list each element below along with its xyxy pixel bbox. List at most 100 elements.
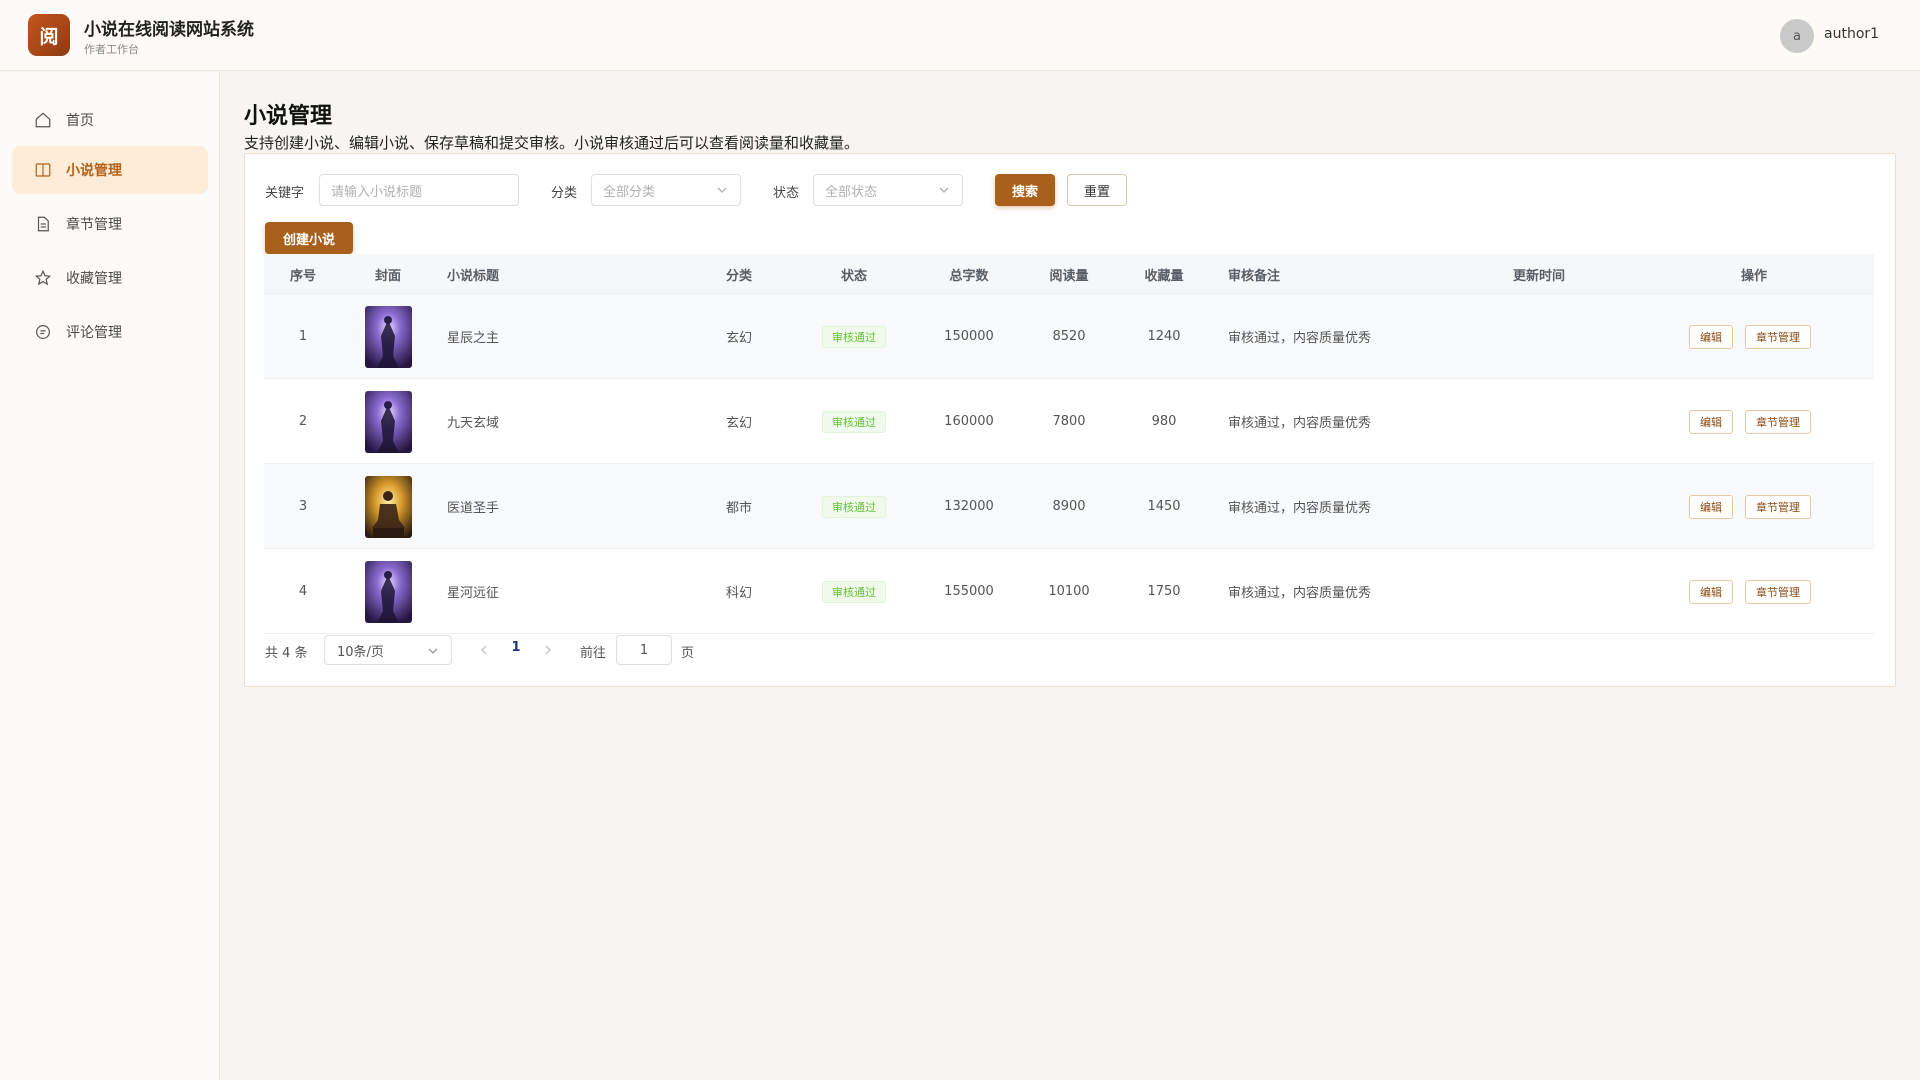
novel-cover-image[interactable] (364, 560, 412, 623)
category-select-value: 全部分类 (603, 184, 656, 200)
cell-review-note: 审核通过，内容质量优秀 (1228, 586, 1372, 601)
cell-status: 审核通过 (794, 379, 914, 464)
chapter-manage-button[interactable]: 章节管理 (1745, 494, 1811, 519)
cell-words: 160000 (944, 414, 994, 429)
chapter-manage-button[interactable]: 章节管理 (1745, 579, 1811, 604)
book-icon (34, 161, 52, 179)
novel-cover-image[interactable] (364, 305, 412, 368)
chapter-manage-button[interactable]: 章节管理 (1745, 409, 1811, 434)
cell-review-note: 审核通过，内容质量优秀 (1228, 416, 1372, 431)
avatar[interactable]: a (1780, 19, 1814, 53)
cell-index: 1 (298, 329, 308, 344)
status-label: 状态 (773, 186, 800, 201)
app-logo: 阅 (28, 14, 70, 56)
star-icon (34, 269, 52, 287)
th-status: 状态 (840, 268, 867, 284)
create-novel-button[interactable]: 创建小说 (265, 222, 353, 254)
prev-page-icon[interactable] (477, 643, 491, 657)
cell-review-note: 审核通过，内容质量优秀 (1228, 331, 1372, 346)
cell-cover (342, 464, 434, 549)
status-badge: 审核通过 (822, 495, 886, 518)
th-cover: 封面 (374, 268, 401, 284)
cell-reads: 8900 (1052, 499, 1086, 514)
search-button[interactable]: 搜索 (995, 174, 1055, 206)
cell-category: 科幻 (725, 586, 752, 601)
username[interactable]: author1 (1824, 26, 1879, 42)
cell-review-note: 审核通过，内容质量优秀 (1228, 501, 1372, 516)
cell-title[interactable]: 星辰之主 (447, 294, 499, 379)
cell-status: 审核通过 (794, 549, 914, 634)
chapter-manage-button[interactable]: 章节管理 (1745, 324, 1811, 349)
status-badge: 审核通过 (822, 325, 886, 348)
sidebar-item-chapters[interactable]: 章节管理 (12, 200, 208, 248)
sidebar-item-home[interactable]: 首页 (12, 96, 208, 144)
cell-category: 都市 (725, 501, 752, 516)
cell-index: 2 (298, 414, 308, 429)
cell-reads: 10100 (1048, 584, 1090, 599)
cell-title[interactable]: 星河远征 (447, 549, 499, 634)
novel-cover-image[interactable] (364, 390, 412, 453)
page-number-current[interactable]: 1 (505, 640, 527, 660)
status-badge: 审核通过 (822, 580, 886, 603)
novel-table: 序号 封面 小说标题 分类 状态 总字数 阅读量 收藏量 审核备注 更新时间 操… (264, 254, 1874, 634)
edit-button[interactable]: 编辑 (1689, 324, 1733, 349)
table-header: 序号 封面 小说标题 分类 状态 总字数 阅读量 收藏量 审核备注 更新时间 操… (264, 254, 1874, 294)
cell-cover (342, 379, 434, 464)
app-title: 小说在线阅读网站系统 (84, 20, 254, 40)
cell-favorites: 1750 (1147, 584, 1181, 599)
edit-button[interactable]: 编辑 (1689, 409, 1733, 434)
sidebar-item-novels[interactable]: 小说管理 (12, 146, 208, 194)
th-favorites: 收藏量 (1144, 268, 1184, 284)
sidebar-item-label: 收藏管理 (66, 271, 122, 287)
cell-category: 玄幻 (725, 416, 752, 431)
edit-button[interactable]: 编辑 (1689, 494, 1733, 519)
cell-reads: 7800 (1052, 414, 1086, 429)
table-row: 1 星辰之主 玄幻 审核通过 150000 8520 1240 审核通过，内容质… (264, 294, 1874, 379)
th-index: 序号 (289, 268, 316, 284)
edit-button[interactable]: 编辑 (1689, 579, 1733, 604)
cell-reads: 8520 (1052, 329, 1086, 344)
keyword-label: 关键字 (265, 186, 305, 201)
sidebar-item-favorites[interactable]: 收藏管理 (12, 254, 208, 302)
cell-words: 155000 (944, 584, 994, 599)
cell-status: 审核通过 (794, 464, 914, 549)
home-icon (34, 111, 52, 129)
chevron-down-icon (428, 648, 438, 654)
category-select[interactable]: 全部分类 (591, 174, 741, 206)
table-row: 4 星河远征 科幻 审核通过 155000 10100 1750 审核通过，内容… (264, 549, 1874, 634)
novel-cover-image[interactable] (364, 475, 412, 538)
goto-prefix: 前往 (580, 646, 607, 661)
comment-icon (34, 323, 52, 341)
table-row: 2 九天玄域 玄幻 审核通过 160000 7800 980 审核通过，内容质量… (264, 379, 1874, 464)
status-select[interactable]: 全部状态 (813, 174, 963, 206)
reset-button[interactable]: 重置 (1067, 174, 1127, 206)
app-subtitle: 作者工作台 (84, 43, 139, 56)
cell-updated (1464, 294, 1614, 379)
cell-actions: 编辑 章节管理 (1689, 549, 1823, 634)
sidebar-item-comments[interactable]: 评论管理 (12, 308, 208, 356)
cell-title[interactable]: 医道圣手 (447, 464, 499, 549)
chevron-down-icon (939, 187, 949, 193)
cell-updated (1464, 549, 1614, 634)
cell-favorites: 980 (1151, 414, 1177, 429)
sidebar-item-label: 小说管理 (66, 163, 122, 179)
page-title: 小说管理 (244, 104, 333, 129)
pagination-total: 共 4 条 (265, 646, 308, 661)
th-reads: 阅读量 (1049, 268, 1089, 284)
cell-cover (342, 549, 434, 634)
cell-cover (342, 294, 434, 379)
cell-index: 4 (298, 584, 308, 599)
cell-category: 玄幻 (725, 331, 752, 346)
page-size-select[interactable]: 10条/页 (324, 635, 452, 665)
keyword-input[interactable]: 请输入小说标题 (319, 174, 519, 206)
next-page-icon[interactable] (541, 643, 555, 657)
category-label: 分类 (551, 186, 578, 201)
page-description: 支持创建小说、编辑小说、保存草稿和提交审核。小说审核通过后可以查看阅读量和收藏量… (244, 134, 860, 152)
sidebar: 首页 小说管理 章节管理 收藏管理 评论管理 (0, 72, 220, 1080)
cell-index: 3 (298, 499, 308, 514)
goto-page-input[interactable]: 1 (616, 635, 672, 665)
cell-actions: 编辑 章节管理 (1689, 464, 1823, 549)
cell-title[interactable]: 九天玄域 (447, 379, 499, 464)
chevron-down-icon (717, 187, 727, 193)
th-updated: 更新时间 (1512, 268, 1565, 284)
